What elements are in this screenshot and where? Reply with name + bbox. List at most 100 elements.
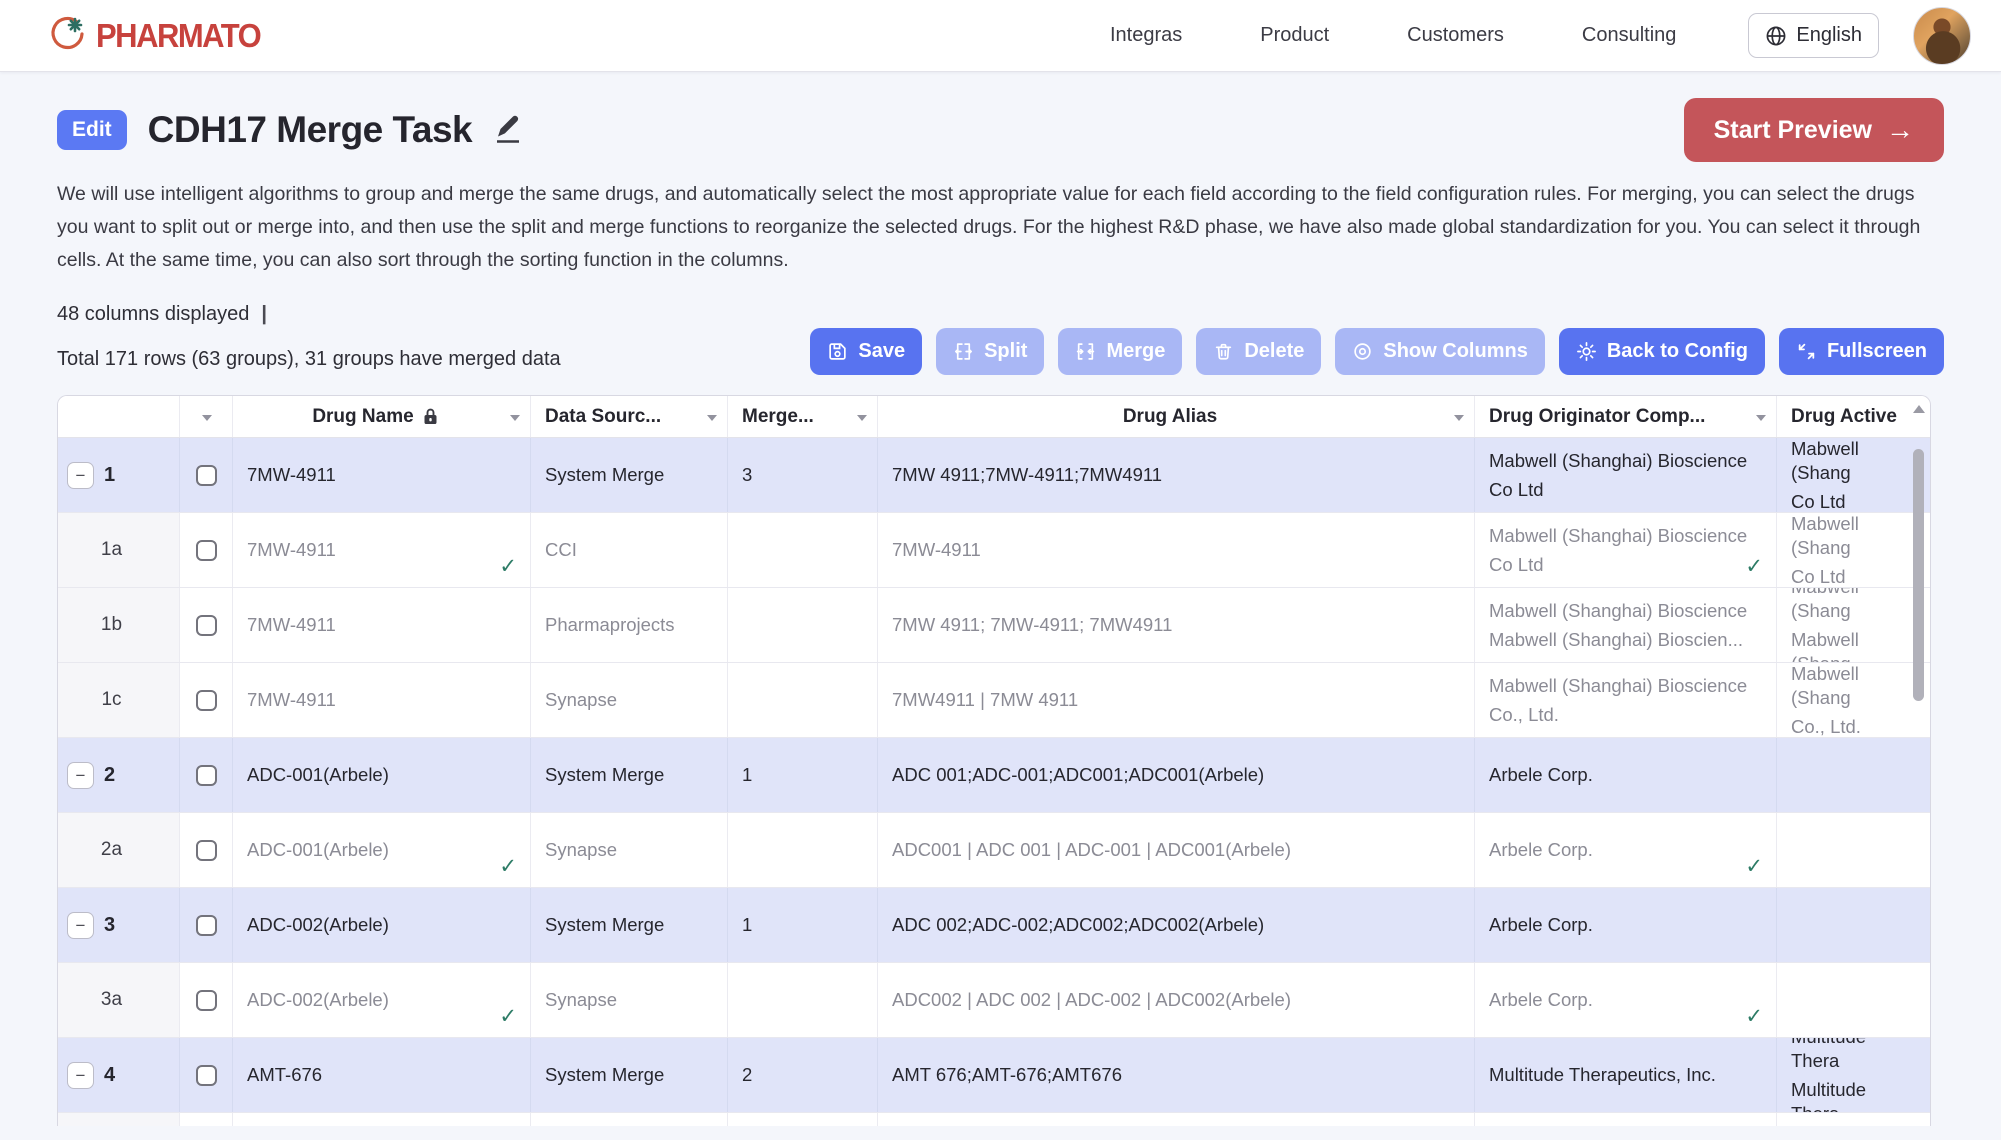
header-data-source[interactable]: Data Sourc... [531,396,728,437]
row-checkbox[interactable] [196,990,217,1011]
drug-alias-sort-caret-icon[interactable] [1454,415,1464,421]
nav-item-consulting[interactable]: Consulting [1582,24,1677,47]
collapse-group-button[interactable]: − [67,462,94,489]
merge-count-cell[interactable]: 3 [728,438,878,512]
drug-alias-cell[interactable]: 7MW 4911; 7MW-4911; 7MW4911 [878,588,1475,662]
merge-count-cell[interactable] [728,588,878,662]
delete-button[interactable]: Delete [1196,328,1321,375]
data-source-cell[interactable]: Pharmaprojects [531,588,728,662]
drug-active-cell[interactable]: Mabwell (ShangMabwell (Shang [1777,588,1930,662]
data-source-cell[interactable]: System Merge [531,738,728,812]
row-checkbox[interactable] [196,465,217,486]
collapse-group-button[interactable]: − [67,912,94,939]
save-button[interactable]: Save [810,328,922,375]
merge-button[interactable]: Merge [1058,328,1182,375]
drug-active-cell[interactable]: Mabwell (ShangCo., Ltd. [1777,663,1930,737]
drug-name-cell[interactable]: 7MW-4911 [233,438,531,512]
drug-alias-cell[interactable]: 7MW 4911;7MW-4911;7MW4911 [878,438,1475,512]
table-row: −4AMT-676System Merge2AMT 676;AMT-676;AM… [58,1038,1930,1113]
nav-item-product[interactable]: Product [1260,24,1329,47]
data-source-sort-caret-icon[interactable] [707,415,717,421]
row-checkbox[interactable] [196,615,217,636]
merge-count-cell[interactable]: 1 [728,888,878,962]
drug-alias-cell[interactable]: 7MW4911 | 7MW 4911 [878,663,1475,737]
drug-name-sort-caret-icon[interactable] [510,415,520,421]
show-columns-button[interactable]: Show Columns [1335,328,1544,375]
drug-alias-cell[interactable]: AMT 676;AMT-676;AMT676 [878,1038,1475,1112]
data-source-cell[interactable]: System Merge [531,1038,728,1112]
merge-count-sort-caret-icon[interactable] [857,415,867,421]
select-column-caret-icon[interactable] [202,415,212,421]
row-checkbox[interactable] [196,915,217,936]
data-source-cell[interactable]: Synapse [531,963,728,1037]
drug-active-cell[interactable] [1777,888,1930,962]
drug-active-cell[interactable]: Multitude TheraMultitude Thera [1777,1038,1930,1112]
originator-sort-caret-icon[interactable] [1756,415,1766,421]
originator-cell[interactable]: Mabwell (Shanghai) BioscienceCo Ltd✓ [1475,513,1777,587]
drug-name-cell[interactable]: ADC-001(Arbele)✓ [233,813,531,887]
drug-alias-cell[interactable]: ADC002 | ADC 002 | ADC-002 | ADC002(Arbe… [878,963,1475,1037]
merge-count-cell[interactable] [728,813,878,887]
row-checkbox[interactable] [196,1065,217,1086]
brand-logo[interactable]: PHARMATO [44,10,260,61]
row-checkbox[interactable] [196,540,217,561]
rename-task-pencil-icon[interactable] [490,114,522,146]
originator-cell[interactable]: Arbele Corp. [1475,888,1777,962]
drug-name-cell[interactable]: 7MW-4911 [233,663,531,737]
collapse-group-button[interactable]: − [67,762,94,789]
drug-active-cell[interactable]: Mabwell (ShangCo Ltd [1777,438,1930,512]
drug-active-cell[interactable]: Mabwell (ShangCo Ltd [1777,513,1930,587]
collapse-group-button[interactable]: − [67,1062,94,1089]
header-drug-name[interactable]: Drug Name [233,396,531,437]
drug-active-cell[interactable] [1777,813,1930,887]
merge-count-cell[interactable] [728,663,878,737]
header-drug-alias[interactable]: Drug Alias [878,396,1475,437]
data-source-cell[interactable]: System Merge [531,438,728,512]
drug-name-cell[interactable]: AMT-676 [233,1038,531,1112]
row-checkbox[interactable] [196,690,217,711]
start-preview-button[interactable]: Start Preview → [1684,98,1944,162]
back-to-config-button[interactable]: Back to Config [1559,328,1765,375]
drug-alias-cell[interactable]: ADC 001;ADC-001;ADC001;ADC001(Arbele) [878,738,1475,812]
originator-cell[interactable]: Mabwell (Shanghai) BioscienceCo., Ltd. [1475,663,1777,737]
merge-count-cell[interactable] [728,513,878,587]
nav-item-integras[interactable]: Integras [1110,24,1182,47]
data-source-cell[interactable]: Synapse [531,813,728,887]
drug-name-cell[interactable]: ADC-001(Arbele) [233,738,531,812]
fullscreen-button[interactable]: Fullscreen [1779,328,1944,375]
drug-name-cell[interactable]: ADC-002(Arbele) [233,888,531,962]
merge-count-cell[interactable]: 2 [728,1038,878,1112]
drug-active-cell[interactable] [1777,963,1930,1037]
header-merge-count[interactable]: Merge... [728,396,878,437]
drug-name-cell[interactable]: 7MW-4911✓ [233,513,531,587]
originator-cell[interactable]: Arbele Corp. [1475,738,1777,812]
originator-cell[interactable]: Mabwell (Shanghai) BioscienceMabwell (Sh… [1475,588,1777,662]
originator-cell[interactable]: Arbele Corp.✓ [1475,963,1777,1037]
user-avatar[interactable] [1913,7,1971,65]
drug-name-cell[interactable]: 7MW-4911 [233,588,531,662]
header-drug-active[interactable]: Drug Active [1777,396,1930,437]
scroll-up-arrow-icon[interactable] [1913,405,1925,413]
vertical-scrollbar [1912,401,1926,1126]
data-source-cell[interactable]: System Merge [531,888,728,962]
row-checkbox[interactable] [196,765,217,786]
language-selector-button[interactable]: English [1748,13,1879,58]
merge-count-cell[interactable]: 1 [728,738,878,812]
drug-alias-cell[interactable]: ADC001 | ADC 001 | ADC-001 | ADC001(Arbe… [878,813,1475,887]
row-checkbox[interactable] [196,840,217,861]
split-button[interactable]: Split [936,328,1044,375]
data-source-cell[interactable]: CCI [531,513,728,587]
header-originator[interactable]: Drug Originator Comp... [1475,396,1777,437]
originator-cell[interactable]: Arbele Corp.✓ [1475,813,1777,887]
merge-label: Merge [1106,340,1165,363]
originator-cell[interactable]: Mabwell (Shanghai) BioscienceCo Ltd [1475,438,1777,512]
data-source-cell[interactable]: Synapse [531,663,728,737]
drug-name-cell[interactable]: ADC-002(Arbele)✓ [233,963,531,1037]
nav-item-customers[interactable]: Customers [1407,24,1504,47]
drug-active-cell[interactable] [1777,738,1930,812]
scrollbar-thumb[interactable] [1913,449,1924,701]
drug-alias-cell[interactable]: ADC 002;ADC-002;ADC002;ADC002(Arbele) [878,888,1475,962]
merge-count-cell[interactable] [728,963,878,1037]
originator-cell[interactable]: Multitude Therapeutics, Inc. [1475,1038,1777,1112]
drug-alias-cell[interactable]: 7MW-4911 [878,513,1475,587]
